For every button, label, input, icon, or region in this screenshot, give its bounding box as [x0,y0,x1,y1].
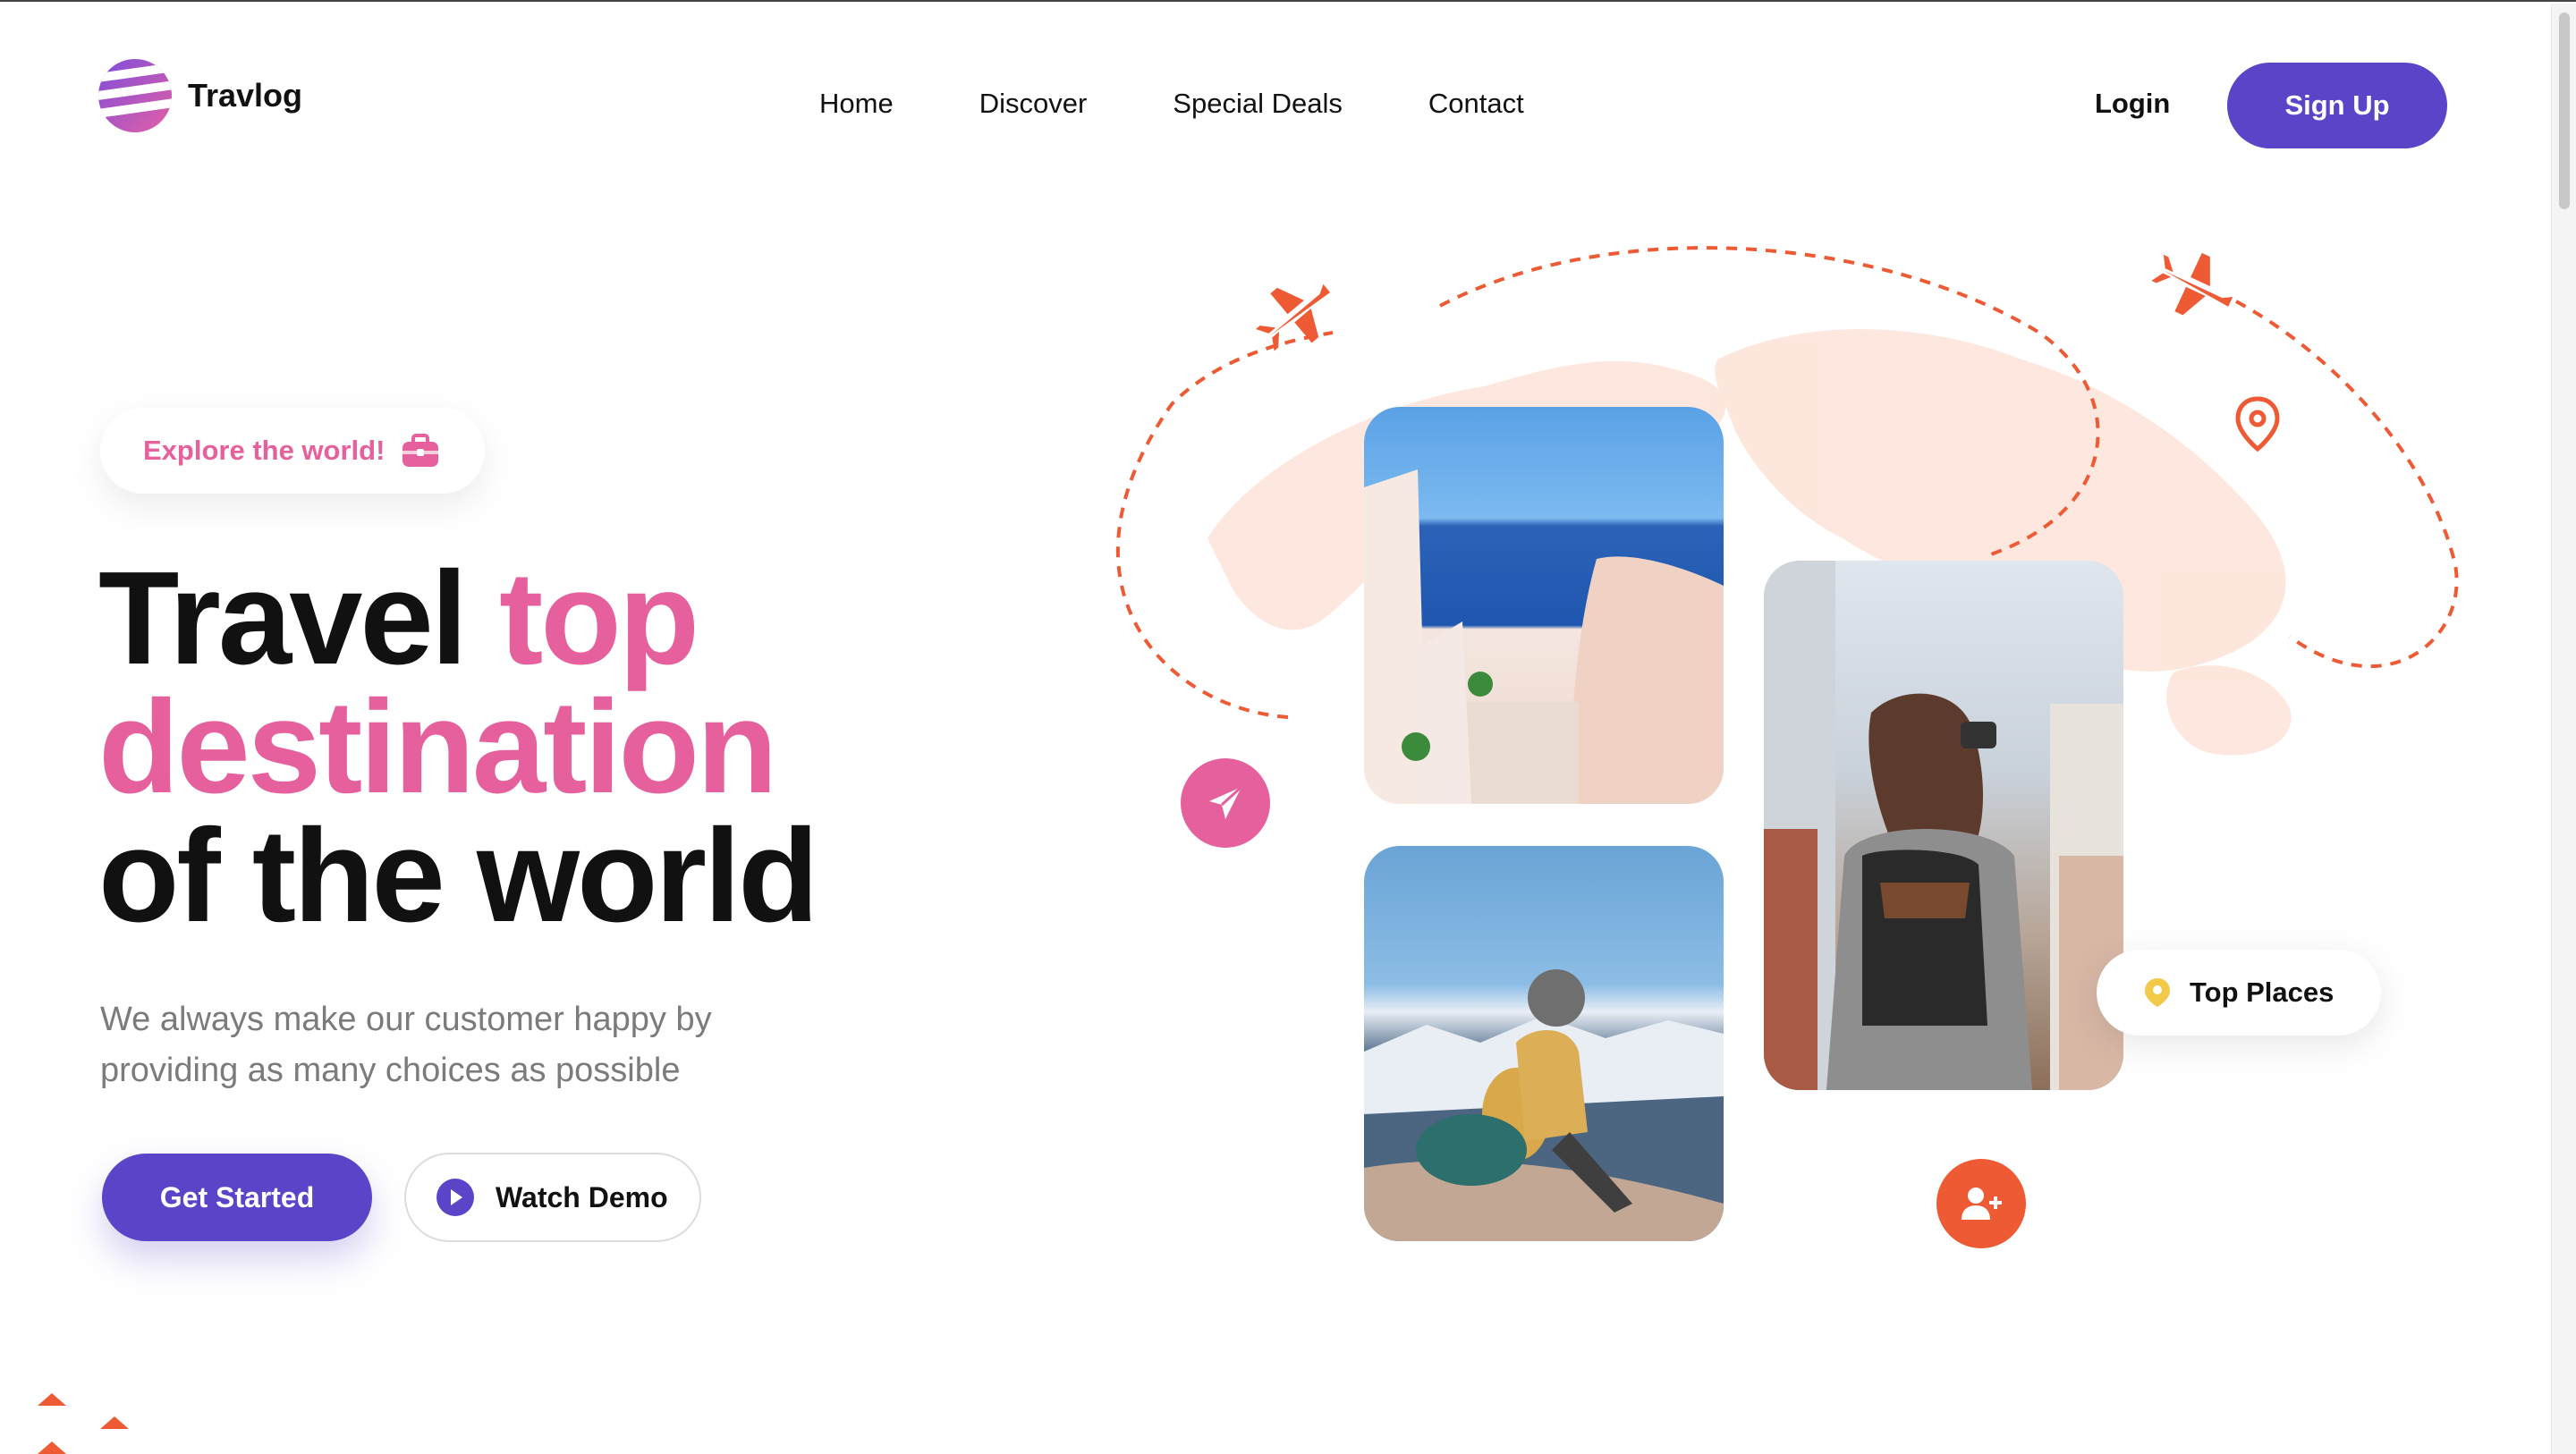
brand-logo[interactable]: Travlog [98,59,302,132]
page-scrollbar[interactable] [2551,4,2576,1454]
hero-subtitle: We always make our customer happy by pro… [100,1001,712,1089]
nav-item-special-deals[interactable]: Special Deals [1173,88,1343,120]
explore-badge-label: Explore the world! [143,435,386,466]
hero-title-destination: destination [98,673,777,821]
nav-item-contact[interactable]: Contact [1428,88,1524,120]
hero-title-of-the-world: of the world [98,802,819,950]
scrollbar-thumb[interactable] [2559,13,2570,209]
hero-title-word-top: top [499,545,699,692]
get-started-button[interactable]: Get Started [102,1154,372,1241]
page: Travlog Home Discover Special Deals Cont… [0,0,2576,1454]
signup-button[interactable]: Sign Up [2227,63,2447,148]
explore-badge: Explore the world! [100,408,485,494]
airplane-icon [2151,252,2233,316]
login-link[interactable]: Login [2095,88,2170,120]
top-places-badge[interactable]: Top Places [2097,950,2381,1036]
add-user-button[interactable] [1936,1159,2026,1248]
paper-plane-icon [1209,785,1243,819]
nav-item-home[interactable]: Home [819,88,894,120]
photo-mountain-hiker [1364,846,1724,1241]
play-icon [436,1179,474,1216]
photo-santorini-stairs [1364,407,1724,804]
brand-name: Travlog [188,77,303,114]
top-places-label: Top Places [2190,976,2334,1008]
watch-demo-button[interactable]: Watch Demo [404,1153,701,1242]
nav-item-discover[interactable]: Discover [979,88,1088,120]
hero-title: Travel top destination of the world [98,553,819,943]
location-pin-icon [2235,396,2280,452]
photo-city-traveler [1764,561,2123,1090]
airplane-icon [1256,283,1331,351]
hero-title-word-travel: Travel [98,545,468,692]
main-nav: Home Discover Special Deals Contact [819,88,1610,120]
user-plus-icon [1962,1188,2002,1220]
logo-mark-icon [98,59,172,132]
send-button[interactable] [1181,758,1270,848]
watch-demo-label: Watch Demo [496,1180,668,1213]
location-pin-icon [2145,978,2170,1007]
decorative-triangles [38,1393,129,1454]
briefcase-icon [402,434,439,467]
